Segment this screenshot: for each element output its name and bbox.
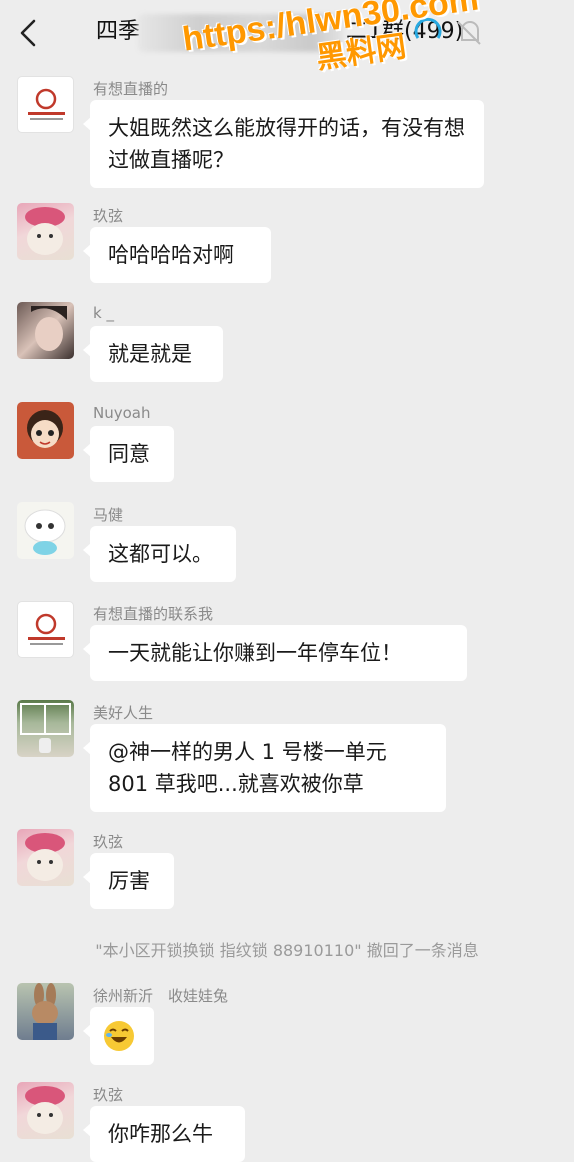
chevron-left-icon bbox=[20, 19, 36, 47]
sender-name: 玖弦 bbox=[93, 833, 124, 851]
sender-name: 徐州新沂 收娃娃兔 bbox=[93, 987, 229, 1005]
message-bubble[interactable]: 这都可以。 bbox=[83, 526, 236, 582]
emoji-sticker-bubble[interactable] bbox=[83, 1007, 154, 1065]
message-bubble[interactable]: 就是就是 bbox=[83, 326, 223, 382]
message-bubble[interactable]: 一天就能让你赚到一年停车位！ bbox=[83, 625, 467, 681]
cat-avatar[interactable] bbox=[17, 829, 74, 886]
cat-avatar[interactable] bbox=[17, 1082, 74, 1139]
title-prefix: 四季 bbox=[96, 19, 141, 44]
message-bubble[interactable]: 厉害 bbox=[83, 853, 174, 909]
photo-avatar[interactable] bbox=[17, 302, 74, 359]
rabbit-avatar[interactable] bbox=[17, 983, 74, 1040]
sender-name: k _ bbox=[93, 304, 114, 322]
sender-name: 玖弦 bbox=[93, 207, 124, 225]
back-button[interactable] bbox=[14, 16, 44, 50]
message-bubble[interactable]: 你咋那么牛 bbox=[83, 1106, 245, 1162]
message-bubble[interactable]: 同意 bbox=[83, 426, 174, 482]
logo-avatar[interactable] bbox=[17, 601, 74, 658]
message-bubble[interactable]: @神一样的男人 1 号楼一单元 801 草我吧...就喜欢被你草 bbox=[83, 724, 446, 812]
window-avatar[interactable] bbox=[17, 700, 74, 757]
laughing-emoji-icon bbox=[104, 1021, 134, 1051]
sender-name: 有想直播的 bbox=[93, 80, 169, 98]
message-bubble[interactable]: 大姐既然这么能放得开的话，有没有想过做直播呢？ bbox=[83, 100, 484, 188]
sender-name: 有想直播的联系我 bbox=[93, 605, 214, 623]
message-bubble[interactable]: 哈哈哈哈对啊 bbox=[83, 227, 271, 283]
cartoon-girl-avatar[interactable] bbox=[17, 402, 74, 459]
sender-name: 玖弦 bbox=[93, 1086, 124, 1104]
sender-name: 马健 bbox=[93, 506, 124, 524]
cat-avatar[interactable] bbox=[17, 203, 74, 260]
recall-notice: "本小区开锁换锁 指纹锁 88910110" 撤回了一条消息 bbox=[95, 941, 479, 960]
sender-name: 美好人生 bbox=[93, 704, 154, 722]
sheep-avatar[interactable] bbox=[17, 502, 74, 559]
logo-avatar[interactable] bbox=[17, 76, 74, 133]
sender-name: Nuyoah bbox=[93, 404, 151, 422]
